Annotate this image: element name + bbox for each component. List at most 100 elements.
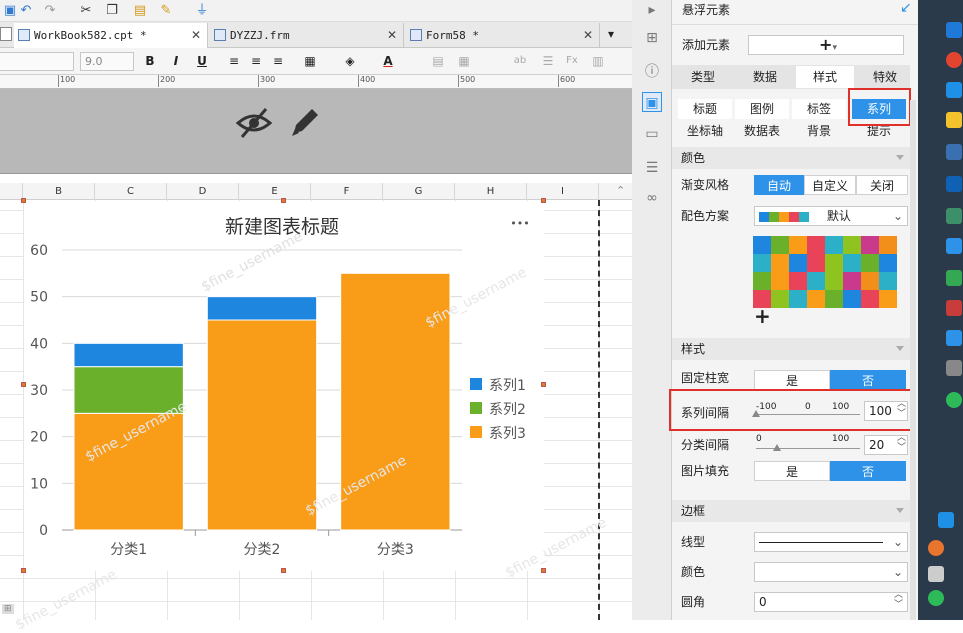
column-header-cell[interactable]: D — [167, 183, 239, 200]
paste-icon[interactable]: ▤ — [132, 3, 148, 19]
color-section-header[interactable]: 颜色 — [672, 147, 910, 169]
palette-swatch[interactable] — [861, 236, 879, 254]
palette-swatch[interactable] — [861, 254, 879, 272]
plug-icon[interactable]: ⏚ — [194, 3, 210, 19]
widget-icon[interactable]: ▭ — [642, 124, 662, 144]
image-fill-yes[interactable]: 是 — [754, 461, 830, 481]
palette-swatch[interactable] — [807, 290, 825, 308]
column-header-cell[interactable]: G — [383, 183, 455, 200]
layers-icon[interactable]: ☰ — [642, 158, 662, 178]
scroll-up-icon[interactable]: ⌃ — [616, 184, 625, 197]
cut-icon[interactable]: ✂ — [78, 3, 94, 19]
tray-icon[interactable] — [928, 590, 944, 606]
palette-swatch[interactable] — [879, 236, 897, 254]
tab-effects[interactable]: 特效 — [854, 66, 916, 88]
font-color-icon[interactable]: A — [380, 53, 396, 69]
palette-swatch[interactable] — [789, 290, 807, 308]
subtab-title[interactable]: 标题 — [678, 99, 732, 119]
table-icon[interactable]: ▦ — [456, 53, 472, 69]
float-element-icon[interactable]: ▣ — [642, 92, 662, 112]
save-icon[interactable]: ▣ — [2, 3, 18, 19]
copy-icon[interactable]: ❐ — [104, 3, 120, 19]
bold-button[interactable]: B — [142, 53, 158, 69]
palette-swatch[interactable] — [789, 272, 807, 290]
cell-attribute-icon[interactable]: ⊞ — [642, 28, 662, 48]
palette-swatch[interactable] — [825, 254, 843, 272]
wechat-icon[interactable] — [946, 392, 962, 408]
format-brush-icon[interactable]: ✎ — [158, 3, 174, 19]
subtab-axis[interactable]: 坐标轴 — [678, 121, 732, 141]
palette-swatch[interactable] — [789, 236, 807, 254]
gradient-auto-option[interactable]: 自动 — [754, 175, 804, 195]
close-icon[interactable]: ✕ — [583, 23, 593, 48]
resize-handle[interactable] — [541, 568, 546, 573]
palette-swatch[interactable] — [753, 254, 771, 272]
stepper-icon[interactable]: ︿ ﹀ — [894, 590, 903, 610]
palette-swatch[interactable] — [825, 272, 843, 290]
palette-swatch[interactable] — [753, 236, 771, 254]
palette-swatch[interactable] — [789, 254, 807, 272]
resize-handle[interactable] — [21, 568, 26, 573]
subtab-datasheet[interactable]: 数据表 — [735, 121, 789, 141]
slider-thumb[interactable] — [772, 444, 781, 451]
resize-handle[interactable] — [21, 198, 26, 203]
palette-swatch[interactable] — [825, 236, 843, 254]
column-header-cell[interactable]: I — [527, 183, 599, 200]
add-element-button[interactable]: +▾ — [748, 35, 904, 55]
gradient-off-option[interactable]: 关闭 — [856, 175, 908, 195]
chrome-icon[interactable] — [946, 52, 962, 68]
resize-handle[interactable] — [281, 568, 286, 573]
column-header-cell[interactable]: H — [455, 183, 527, 200]
tab-dyzzj[interactable]: DYZZJ.frm ✕ — [210, 23, 404, 48]
stepper-icon[interactable]: ︿ ﹀ — [897, 433, 906, 453]
tab-form58[interactable]: Form58 * ✕ — [406, 23, 600, 48]
close-icon[interactable]: ✕ — [387, 23, 397, 48]
undo-icon[interactable]: ↶ — [18, 3, 34, 19]
info-icon[interactable]: ⓘ — [642, 62, 662, 82]
chart-more-icon[interactable]: ••• — [510, 217, 529, 230]
column-header-cell[interactable]: B — [23, 183, 95, 200]
close-icon[interactable]: ✕ — [191, 23, 201, 48]
app-icon[interactable] — [946, 270, 962, 286]
finereport-icon[interactable] — [946, 238, 962, 254]
app-icon[interactable] — [946, 144, 962, 160]
palette-swatch[interactable] — [753, 272, 771, 290]
palette-swatch[interactable] — [843, 290, 861, 308]
category-gap-slider[interactable] — [756, 444, 860, 451]
sheet-indicator[interactable]: ⊞ — [2, 604, 14, 614]
column-header-cell[interactable]: E — [239, 183, 311, 200]
subtab-label[interactable]: 标签 — [792, 99, 846, 119]
palette-swatch[interactable] — [861, 290, 879, 308]
finereport-icon[interactable] — [946, 330, 962, 346]
tab-menu-icon[interactable]: ▾ — [608, 27, 614, 41]
subtab-legend[interactable]: 图例 — [735, 99, 789, 119]
font-family-select[interactable] — [0, 52, 74, 71]
border-color-select[interactable]: ⌄ — [754, 562, 908, 582]
column-header-cell[interactable]: C — [95, 183, 167, 200]
app-icon[interactable] — [946, 208, 962, 224]
tray-icon[interactable] — [928, 540, 944, 556]
resize-handle[interactable] — [281, 198, 286, 203]
chart-container[interactable]: 新建图表标题 ••• 0 10 20 30 40 50 60 分类1 分类2 分类3 系列1 系列2 系列3 — [24, 201, 544, 571]
align-right-icon[interactable]: ≡ — [270, 53, 286, 69]
collapse-arrow-icon[interactable]: ▸ — [642, 0, 662, 20]
fixed-width-yes[interactable]: 是 — [754, 370, 830, 390]
edit-pencil-icon[interactable] — [288, 105, 320, 139]
style-section-header[interactable]: 样式 — [672, 338, 910, 360]
fixed-width-no[interactable]: 否 — [830, 370, 906, 390]
java-icon[interactable] — [946, 300, 962, 316]
fill-color-icon[interactable]: ◈ — [342, 53, 358, 69]
add-color-icon[interactable]: + — [754, 305, 771, 327]
font-size-select[interactable]: 9.0 — [80, 52, 134, 71]
palette-swatch[interactable] — [825, 290, 843, 308]
align-left-icon[interactable]: ≡ — [226, 53, 242, 69]
border-icon[interactable]: ▦ — [302, 53, 318, 69]
tab-style[interactable]: 样式 — [796, 66, 854, 88]
underline-button[interactable]: U — [194, 53, 210, 69]
edge-icon[interactable] — [946, 22, 962, 38]
tab-workbook[interactable]: WorkBook582.cpt * ✕ — [14, 23, 208, 48]
palette-swatch[interactable] — [807, 254, 825, 272]
ie-icon[interactable] — [946, 82, 962, 98]
palette-swatch[interactable] — [807, 236, 825, 254]
color-scheme-select[interactable]: 默认 ⌄ — [754, 206, 908, 226]
